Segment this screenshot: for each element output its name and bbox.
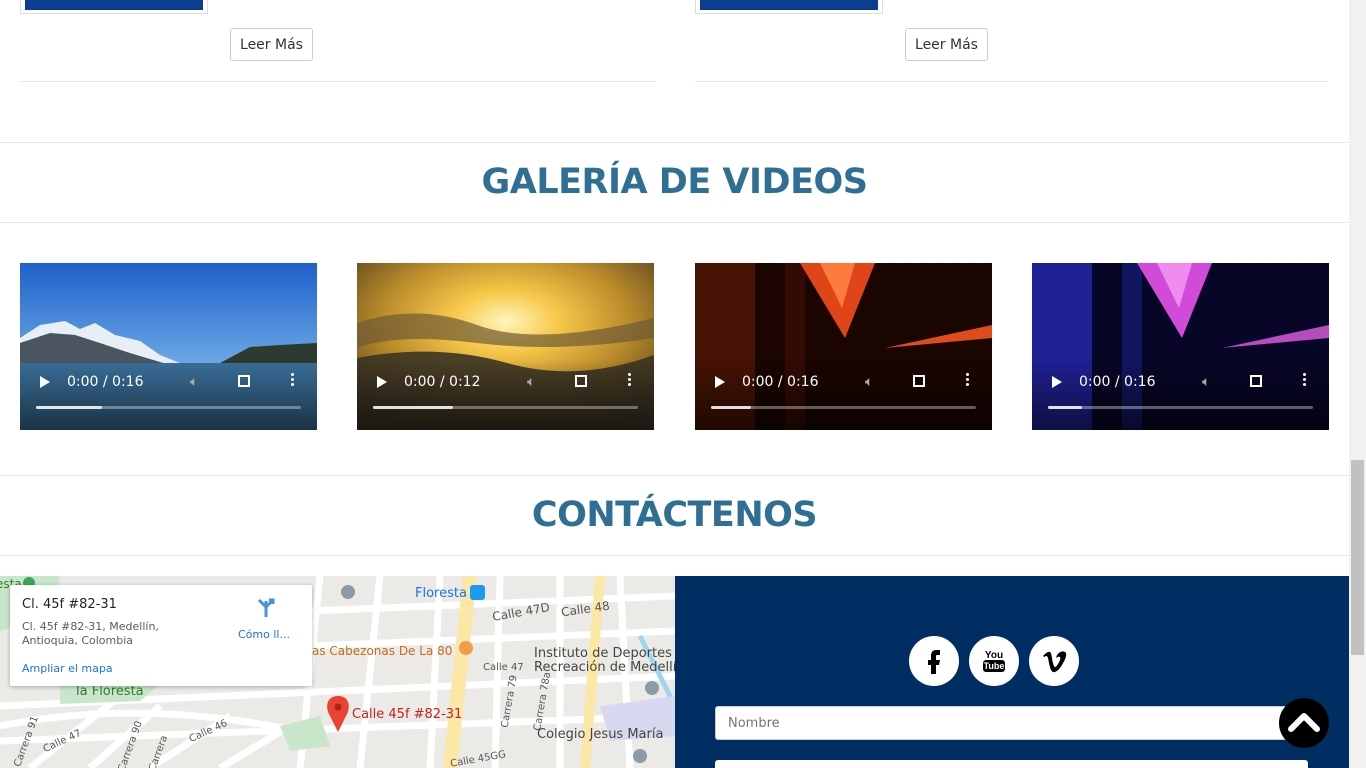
play-icon[interactable] <box>377 376 387 388</box>
divider <box>695 81 1328 82</box>
videos-section-title: GALERÍA DE VIDEOS <box>481 162 868 202</box>
news-thumbnail[interactable] <box>695 0 883 14</box>
chevron-up-icon <box>1288 713 1320 732</box>
buffer-fill <box>373 406 453 409</box>
scrollbar-thumb[interactable] <box>1351 460 1364 655</box>
video-time: 0:00 / 0:16 <box>742 374 819 390</box>
buffer-fill <box>711 406 751 409</box>
page-scrollbar[interactable] <box>1349 0 1366 768</box>
fullscreen-icon[interactable] <box>1250 375 1262 387</box>
video-progress-bar[interactable] <box>1048 406 1313 409</box>
map-label: la Floresta <box>76 684 144 699</box>
directions-link[interactable]: Cómo ll... <box>238 628 290 641</box>
more-options-icon[interactable] <box>1303 373 1306 388</box>
vimeo-button[interactable] <box>1029 636 1079 686</box>
svg-text:Tube: Tube <box>984 661 1005 671</box>
map-label: Colegio Jesus María <box>537 727 664 742</box>
divider <box>0 475 1349 476</box>
enlarge-map-link[interactable]: Ampliar el mapa <box>22 662 113 675</box>
video-progress-bar[interactable] <box>373 406 638 409</box>
name-input[interactable] <box>715 706 1308 740</box>
divider <box>0 142 1349 143</box>
scroll-to-top-button[interactable] <box>1279 698 1329 748</box>
map-label: Floresta <box>415 586 467 601</box>
directions-icon[interactable] <box>255 597 277 619</box>
buffer-fill <box>1048 406 1083 409</box>
svg-text:You: You <box>985 650 1003 661</box>
video-player[interactable]: 0:00 / 0:12 🔈︎ <box>357 263 654 430</box>
play-icon[interactable] <box>715 376 725 388</box>
map-label: as Cabezonas De La 80 <box>312 644 453 658</box>
video-player[interactable]: 0:00 / 0:16 🔈︎ <box>1032 263 1329 430</box>
divider <box>0 222 1349 223</box>
more-options-icon[interactable] <box>966 373 969 388</box>
map-info-window: Cl. 45f #82-31 Cl. 45f #82-31, Medellín,… <box>10 585 312 686</box>
volume-icon[interactable]: 🔈︎ <box>527 374 535 390</box>
play-icon[interactable] <box>40 376 50 388</box>
divider <box>20 81 655 82</box>
map-marker-label[interactable]: Calle 45f #82-31 <box>352 707 462 722</box>
place-address: Cl. 45f #82-31, Medellín, Antioquia, Col… <box>22 620 159 647</box>
facebook-icon <box>928 650 940 674</box>
video-time: 0:00 / 0:16 <box>1079 374 1156 390</box>
read-more-button[interactable]: Leer Más <box>230 28 313 61</box>
divider <box>0 555 1349 556</box>
more-options-icon[interactable] <box>628 373 631 388</box>
fullscreen-icon[interactable] <box>238 375 250 387</box>
video-progress-bar[interactable] <box>36 406 301 409</box>
video-player[interactable]: 0:00 / 0:16 🔈︎ <box>20 263 317 430</box>
volume-icon[interactable]: 🔈︎ <box>190 374 198 390</box>
map-label: Recreación de Medellín <box>534 660 675 675</box>
video-player[interactable]: 0:00 / 0:16 🔈︎ <box>695 263 992 430</box>
contact-section-title: CONTÁCTENOS <box>531 495 818 535</box>
map-label: Calle 47 <box>483 662 524 673</box>
buffer-fill <box>36 406 103 409</box>
facebook-button[interactable] <box>909 636 959 686</box>
youtube-icon: You Tube <box>983 650 1005 672</box>
page: Leer Más Leer Más GALERÍA DE VIDEOS 0:00… <box>0 0 1349 768</box>
video-time: 0:00 / 0:16 <box>67 374 144 390</box>
read-more-button[interactable]: Leer Más <box>905 28 988 61</box>
fullscreen-icon[interactable] <box>575 375 587 387</box>
youtube-button[interactable]: You Tube <box>969 636 1019 686</box>
google-map[interactable]: esta Floresta Calle 47D Calle 48 as Cabe… <box>0 576 675 768</box>
volume-icon[interactable]: 🔈︎ <box>865 374 873 390</box>
more-options-icon[interactable] <box>291 373 294 388</box>
play-icon[interactable] <box>1052 376 1062 388</box>
vimeo-icon <box>1043 651 1067 673</box>
place-title: Cl. 45f #82-31 <box>22 597 117 612</box>
video-time: 0:00 / 0:12 <box>404 374 481 390</box>
video-progress-bar[interactable] <box>711 406 976 409</box>
fullscreen-icon[interactable] <box>913 375 925 387</box>
news-thumbnail[interactable] <box>20 0 208 14</box>
email-input[interactable] <box>715 760 1308 768</box>
volume-icon[interactable]: 🔈︎ <box>1202 374 1210 390</box>
map-label: Instituto de Deportes y <box>534 646 675 661</box>
